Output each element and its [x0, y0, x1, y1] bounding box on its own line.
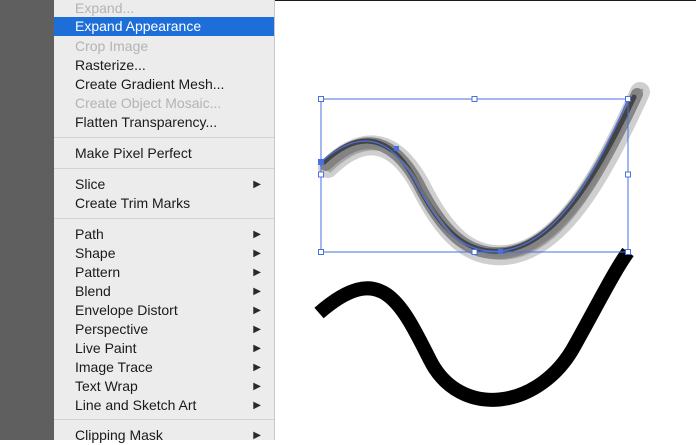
menu-separator [54, 137, 274, 138]
menu-item-label: Perspective [75, 321, 149, 337]
object-menu-dropdown: Expand... Expand Appearance Crop Image Rast… [54, 0, 275, 443]
menu-item-create-object-mosaic: Create Object Mosaic... [54, 94, 274, 113]
menu-item-expand-appearance[interactable]: Expand Appearance [54, 17, 274, 36]
menu-item-label: Live Paint [75, 340, 137, 356]
handle-top-right [625, 96, 631, 102]
submenu-arrow-icon: ▶ [253, 267, 261, 278]
menu-separator [54, 419, 274, 420]
menu-item-expand: Expand... [54, 0, 274, 18]
menu-item-blend[interactable]: Blend ▶ [54, 282, 274, 301]
menu-item-label: Text Wrap [75, 378, 138, 394]
menu-item-pattern[interactable]: Pattern ▶ [54, 263, 274, 282]
menu-item-create-trim-marks[interactable]: Create Trim Marks [54, 194, 274, 213]
menu-item-live-paint[interactable]: Live Paint ▶ [54, 339, 274, 358]
handle-top-middle [471, 96, 478, 102]
menu-item-label: Expand... [75, 0, 135, 16]
menu-item-flatten-transparency[interactable]: Flatten Transparency... [54, 113, 274, 132]
menu-item-clipping-mask[interactable]: Clipping Mask ▶ [54, 426, 274, 445]
submenu-arrow-icon: ▶ [253, 179, 261, 190]
menu-item-label: Expand Appearance [75, 18, 202, 34]
submenu-arrow-icon: ▶ [253, 229, 261, 240]
handle-top-left [318, 96, 324, 102]
anchor-point [498, 249, 503, 254]
menu-separator [54, 168, 274, 169]
menu-item-label: Blend [75, 283, 111, 299]
menu-item-label: Create Trim Marks [75, 195, 191, 211]
menu-item-line-and-sketch-art[interactable]: Line and Sketch Art ▶ [54, 396, 274, 415]
menu-item-rasterize[interactable]: Rasterize... [54, 56, 274, 75]
menu-item-label: Make Pixel Perfect [75, 145, 192, 161]
menu-item-label: Envelope Distort [75, 302, 178, 318]
submenu-arrow-icon: ▶ [253, 324, 261, 335]
menu-item-perspective[interactable]: Perspective ▶ [54, 320, 274, 339]
submenu-arrow-icon: ▶ [253, 400, 261, 411]
menu-item-make-pixel-perfect[interactable]: Make Pixel Perfect [54, 144, 274, 163]
menu-item-label: Image Trace [75, 359, 153, 375]
anchor-point [394, 146, 399, 151]
menu-item-text-wrap[interactable]: Text Wrap ▶ [54, 377, 274, 396]
menu-item-slice[interactable]: Slice ▶ [54, 175, 274, 194]
submenu-arrow-icon: ▶ [253, 430, 261, 441]
selected-path-outline [320, 98, 629, 252]
menu-item-label: Slice [75, 176, 106, 192]
menu-item-label: Create Object Mosaic... [75, 95, 222, 111]
menu-item-label: Line and Sketch Art [75, 397, 197, 413]
handle-middle-left [318, 171, 324, 178]
menu-item-label: Flatten Transparency... [75, 114, 218, 130]
selection-bounding-box [320, 98, 629, 253]
menu-item-image-trace[interactable]: Image Trace ▶ [54, 358, 274, 377]
menu-item-label: Clipping Mask [75, 427, 163, 443]
submenu-arrow-icon: ▶ [253, 305, 261, 316]
menu-item-crop-image: Crop Image [54, 37, 274, 56]
bounding-box-handles[interactable] [318, 96, 631, 255]
charcoal-brush-stroke[interactable] [318, 82, 650, 266]
menu-item-label: Create Gradient Mesh... [75, 76, 225, 92]
handle-bottom-middle [471, 249, 478, 255]
submenu-arrow-icon: ▶ [253, 248, 261, 259]
anchor-point [318, 159, 324, 165]
black-brush-stroke[interactable] [314, 247, 634, 407]
submenu-arrow-icon: ▶ [253, 362, 261, 373]
submenu-arrow-icon: ▶ [253, 381, 261, 392]
handle-bottom-left [318, 249, 324, 255]
handle-bottom-right [625, 249, 631, 255]
menu-item-envelope-distort[interactable]: Envelope Distort ▶ [54, 301, 274, 320]
menu-separator [54, 218, 274, 219]
submenu-arrow-icon: ▶ [253, 286, 261, 297]
submenu-arrow-icon: ▶ [253, 343, 261, 354]
menu-item-shape[interactable]: Shape ▶ [54, 244, 274, 263]
menu-item-label: Crop Image [75, 38, 149, 54]
menu-item-label: Shape [75, 245, 116, 261]
handle-middle-right [625, 171, 631, 178]
menu-item-label: Path [75, 226, 104, 242]
menu-item-label: Pattern [75, 264, 121, 280]
menu-item-create-gradient-mesh[interactable]: Create Gradient Mesh... [54, 75, 274, 94]
menu-item-label: Rasterize... [75, 57, 146, 73]
menu-item-path[interactable]: Path ▶ [54, 225, 274, 244]
